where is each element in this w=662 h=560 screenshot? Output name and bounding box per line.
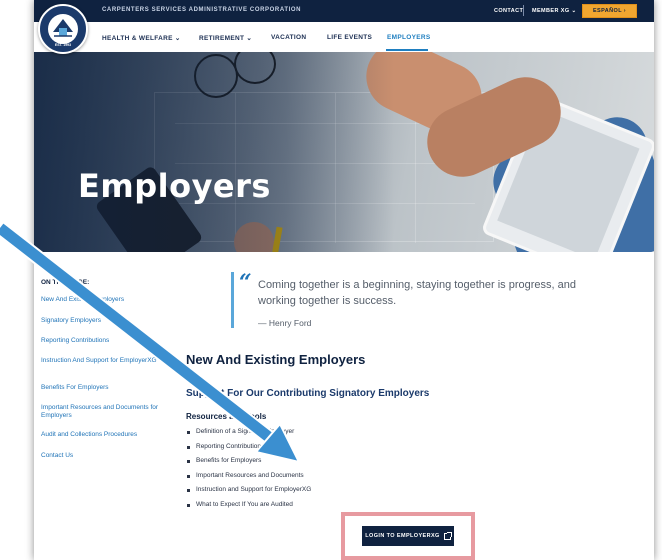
nav-active-indicator	[386, 49, 428, 51]
browser-page: CARPENTERS SERVICES ADMINISTRATIVE CORPO…	[34, 0, 654, 560]
sidebar-link-resources[interactable]: Important Resources and Documents for Em…	[41, 404, 171, 420]
sidebar-link-instruction[interactable]: Instruction And Support for EmployerXG	[41, 357, 171, 365]
quote-accent-bar	[231, 272, 234, 328]
list-item[interactable]: What to Expect If You are Audited	[186, 501, 311, 516]
sidebar-link-new-existing[interactable]: New And Existing Employers	[41, 296, 171, 304]
login-highlight-box: LOGIN TO EMPLOYERXG	[341, 512, 475, 560]
list-item[interactable]: Important Resources and Documents	[186, 472, 311, 487]
sidebar-link-signatory[interactable]: Signatory Employers	[41, 317, 171, 325]
nav-employers[interactable]: EMPLOYERS	[387, 34, 431, 41]
external-link-icon	[443, 531, 452, 540]
contact-link[interactable]: CONTACT	[494, 8, 523, 14]
sidebar-heading: ON THIS PAGE:	[41, 279, 90, 286]
espanol-button[interactable]: ESPAÑOL ›	[582, 4, 637, 18]
sidebar-link-benefits[interactable]: Benefits For Employers	[41, 384, 171, 392]
member-xg-menu[interactable]: MEMBER XG ⌄	[532, 8, 576, 14]
list-item[interactable]: Instruction and Support for EmployerXG	[186, 486, 311, 501]
list-item[interactable]: Benefits for Employers	[186, 457, 311, 472]
section-heading: New And Existing Employers	[186, 352, 366, 367]
list-item[interactable]: Reporting Contributions	[186, 443, 311, 458]
topbar-divider	[523, 5, 524, 16]
resources-list: Definition of a Signatory Employer Repor…	[186, 428, 311, 516]
nav-health-welfare[interactable]: HEALTH & WELFARE ⌄	[102, 34, 181, 42]
section-subheading: Support For Our Contributing Signatory E…	[186, 388, 430, 399]
logo-established-text: EST. 1993	[54, 43, 72, 47]
quote-mark-icon: “	[239, 270, 252, 296]
nav-retirement[interactable]: RETIREMENT ⌄	[199, 34, 252, 42]
page-title: Employers	[78, 167, 271, 205]
sidebar-link-audit[interactable]: Audit and Collections Procedures	[41, 431, 171, 439]
hero-overlay	[34, 52, 394, 252]
resources-heading: Resources and Tools	[186, 412, 267, 421]
quote-text: Coming together is a beginning, staying …	[258, 279, 576, 307]
quote-author: — Henry Ford	[258, 318, 312, 328]
sidebar-link-reporting[interactable]: Reporting Contributions	[41, 337, 171, 345]
org-name: CARPENTERS SERVICES ADMINISTRATIVE CORPO…	[102, 7, 302, 13]
login-button-label: LOGIN TO EMPLOYERXG	[365, 533, 440, 539]
nav-vacation[interactable]: VACATION	[271, 34, 306, 41]
csac-logo[interactable]: EST. 1993	[38, 4, 88, 54]
top-bar: CARPENTERS SERVICES ADMINISTRATIVE CORPO…	[34, 0, 654, 22]
hero-banner: Employers	[34, 52, 654, 252]
logo-emblem-icon	[48, 14, 78, 44]
sidebar-link-contact[interactable]: Contact Us	[41, 452, 171, 460]
list-item[interactable]: Definition of a Signatory Employer	[186, 428, 311, 443]
main-nav: HEALTH & WELFARE ⌄ RETIREMENT ⌄ VACATION…	[34, 22, 654, 52]
nav-life-events[interactable]: LIFE EVENTS	[327, 34, 372, 41]
login-employerxg-button[interactable]: LOGIN TO EMPLOYERXG	[362, 526, 454, 546]
